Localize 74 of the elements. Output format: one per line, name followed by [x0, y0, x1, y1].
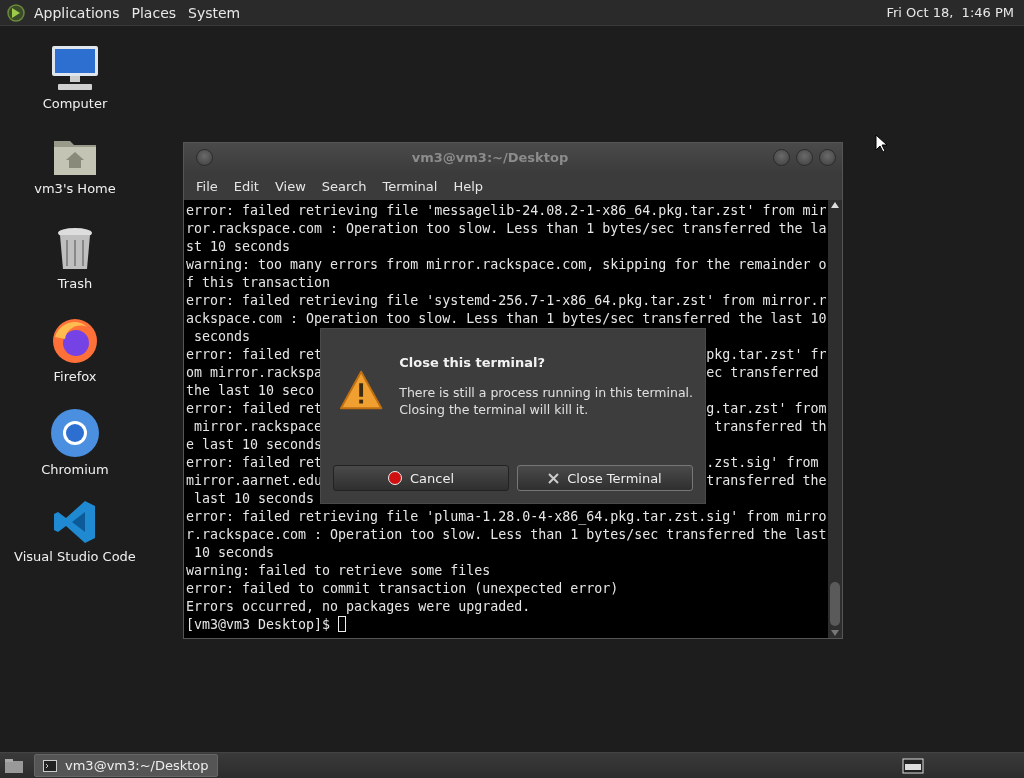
- terminal-line: om mirror.rackspa: [186, 364, 323, 382]
- terminal-line: last 10 seconds: [193, 490, 315, 508]
- terminal-line: the last 10 seco: [186, 382, 315, 400]
- terminal-line: error: failed retrieving file 'systemd-256.7-1-x86_64.pkg.tar.zst' from mirror.r: [186, 292, 827, 310]
- window-menu-button[interactable]: [196, 149, 213, 166]
- close-button[interactable]: [819, 149, 836, 166]
- menu-item[interactable]: Search: [313, 175, 375, 197]
- desktop-icon-label[interactable]: vm3's Home: [34, 181, 116, 196]
- desktop-icon-label[interactable]: Firefox: [53, 369, 97, 384]
- scroll-up-icon[interactable]: [831, 202, 839, 208]
- terminal-line: st 10 seconds: [186, 238, 291, 256]
- code-editor-icon: [52, 499, 98, 545]
- menu-item[interactable]: Terminal: [374, 175, 446, 197]
- scrollbar-thumb[interactable]: [830, 582, 840, 626]
- panel-menu[interactable]: Places: [127, 2, 181, 23]
- distro-logo-icon: [6, 2, 26, 23]
- clock[interactable]: Fri Oct 18, 1:46 PM: [882, 3, 1018, 22]
- close-icon: [548, 472, 560, 484]
- firefox-icon: [51, 317, 99, 365]
- dialog-message: There is still a process running in this terminal. Closing the terminal will kill it.: [399, 384, 693, 418]
- minimize-button[interactable]: [773, 149, 790, 166]
- terminal-line: error: failed ret: [186, 454, 323, 472]
- taskbar-task[interactable]: vm3@vm3:~/Desktop: [34, 754, 218, 777]
- terminal-line: 10 seconds: [193, 544, 275, 562]
- menu-item[interactable]: View: [266, 175, 314, 197]
- desktop-icon-label[interactable]: Visual Studio Code: [14, 549, 136, 564]
- panel-menu[interactable]: System: [184, 2, 245, 23]
- terminal-line: ackspace.com : Operation too slow. Less than 1 bytes/sec transferred the last 10: [186, 310, 827, 328]
- desktop-icon-label[interactable]: Trash: [57, 276, 93, 291]
- terminal-line: warning: too many errors from mirror.rackspace.com, skipping for the remainder o: [186, 256, 827, 274]
- terminal-line: error: failed retrieving file 'messagelib-24.08.2-1-x86_64.pkg.tar.zst' from mir: [186, 202, 827, 220]
- scrollbar[interactable]: [828, 200, 842, 638]
- terminal-line: e last 10 seconds: [186, 436, 323, 454]
- terminal-line: .zst.sig' from: [706, 454, 819, 472]
- terminal-line: ec transferred: [706, 364, 819, 382]
- terminal-line: transferred th: [713, 418, 827, 436]
- computer-icon: [50, 44, 100, 92]
- scroll-down-icon[interactable]: [831, 630, 839, 636]
- text-cursor: [338, 616, 347, 632]
- terminal-line: mirror.rackspace: [193, 418, 323, 436]
- shell-prompt: [vm3@vm3 Desktop]$: [186, 616, 332, 634]
- menu-item[interactable]: Help: [445, 175, 492, 197]
- warning-icon: [339, 369, 384, 411]
- desktop-icon-label[interactable]: Computer: [42, 96, 108, 111]
- workspace-switcher-icon[interactable]: [902, 757, 924, 774]
- terminal-icon: [43, 759, 57, 772]
- terminal-line: error: failed ret: [186, 346, 323, 364]
- chromium-icon: [50, 408, 100, 458]
- mouse-pointer-icon: [875, 134, 887, 153]
- desktop-icon-label[interactable]: Chromium: [41, 462, 109, 477]
- menu-item[interactable]: Edit: [225, 175, 267, 197]
- trash-icon: [55, 226, 95, 272]
- terminal-line: pkg.tar.zst' fr: [706, 346, 827, 364]
- terminal-line: g.tar.zst' from: [706, 400, 827, 418]
- terminal-line: transferred the: [706, 472, 827, 490]
- window-title: vm3@vm3:~/Desktop: [410, 150, 570, 165]
- terminal-line: error: failed to commit transaction (unexpected error): [186, 580, 619, 598]
- terminal-line: error: failed retrieving file 'pluma-1.28.0-4-x86_64.pkg.tar.zst.sig' from mirro: [186, 508, 827, 526]
- terminal-line: f this transaction: [186, 274, 331, 292]
- terminal-line: seconds: [193, 328, 251, 346]
- cancel-button[interactable]: Cancel: [333, 465, 509, 491]
- terminal-line: Errors occurred, no packages were upgraded.: [186, 598, 531, 616]
- stop-icon: [387, 471, 402, 485]
- dialog-title: Close this terminal?: [399, 355, 546, 370]
- show-desktop-icon[interactable]: [4, 757, 24, 774]
- terminal-line: error: failed ret: [186, 400, 323, 418]
- close-terminal-button[interactable]: Close Terminal: [517, 465, 693, 491]
- panel-menu[interactable]: Applications: [30, 2, 124, 23]
- terminal-line: ror.rackspace.com : Operation too slow. Less than 1 bytes/sec transferred the la: [186, 220, 827, 238]
- terminal-line: warning: failed to retrieve some files: [186, 562, 491, 580]
- menu-item[interactable]: File: [188, 175, 226, 197]
- maximize-button[interactable]: [796, 149, 813, 166]
- terminal-line: r.rackspace.com : Operation too slow. Less than 1 bytes/sec transferred the last: [186, 526, 827, 544]
- terminal-line: mirror.aarnet.edu: [186, 472, 323, 490]
